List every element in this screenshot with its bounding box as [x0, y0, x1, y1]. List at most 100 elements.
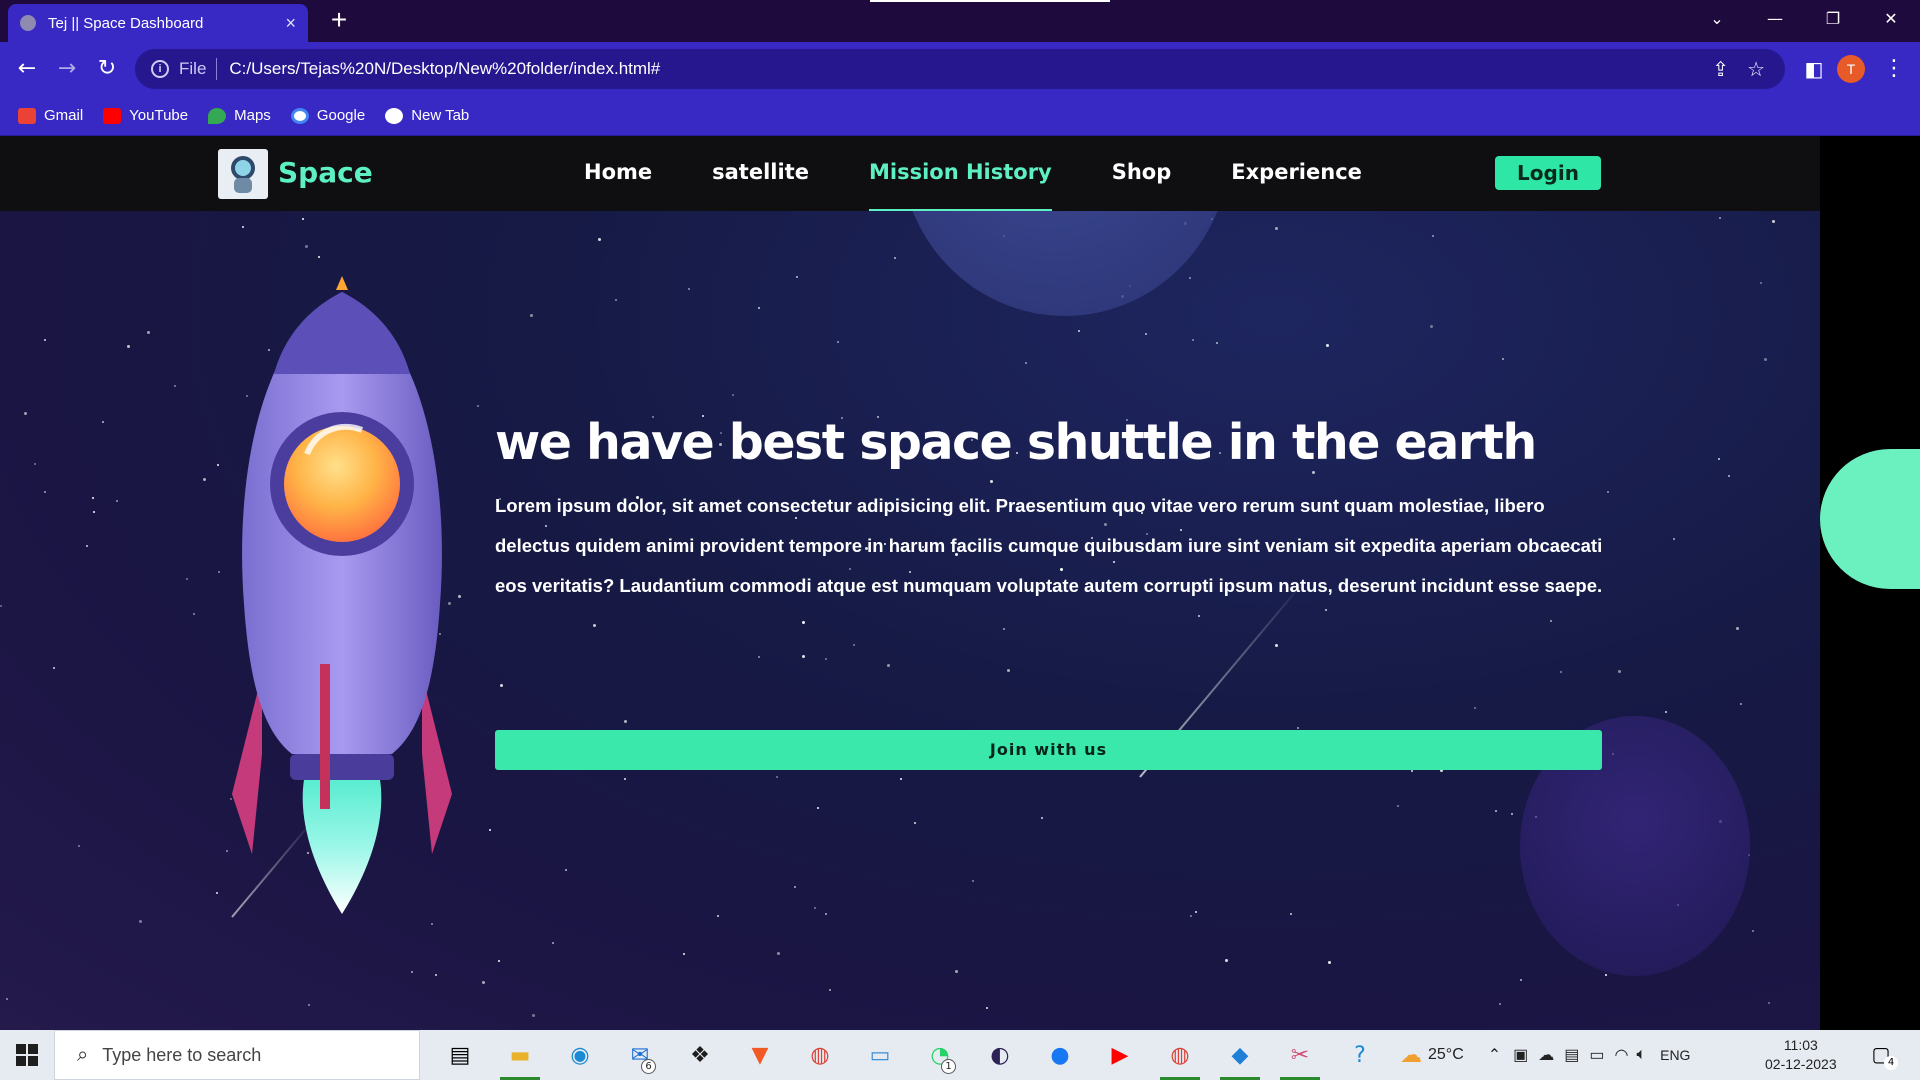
- taskbar-search[interactable]: ⌕ Type here to search: [54, 1030, 420, 1080]
- login-button[interactable]: Login: [1495, 156, 1601, 190]
- brave-icon[interactable]: ▼: [730, 1030, 790, 1080]
- site-logo-text[interactable]: Space: [278, 156, 373, 189]
- nav-satellite[interactable]: satellite: [712, 136, 809, 211]
- side-panel-icon[interactable]: ◧: [1800, 55, 1828, 83]
- volume-icon[interactable]: 🔈︎: [1637, 1046, 1647, 1064]
- star: [147, 331, 150, 334]
- star: [825, 913, 827, 915]
- star: [44, 339, 46, 341]
- eclipse-icon[interactable]: ◐: [970, 1030, 1030, 1080]
- bookmark-star-icon[interactable]: ☆: [1747, 57, 1765, 82]
- page-viewport: Space Home satellite Mission History Sho…: [0, 136, 1820, 1030]
- star: [1025, 362, 1027, 364]
- star: [216, 892, 218, 894]
- star: [6, 998, 8, 1000]
- file-explorer-icon[interactable]: ▬: [490, 1030, 550, 1080]
- profile-avatar[interactable]: T: [1837, 55, 1865, 83]
- nav-experience[interactable]: Experience: [1231, 136, 1362, 211]
- wifi-icon[interactable]: ◠: [1615, 1045, 1629, 1065]
- snipping-tool-icon[interactable]: ✂: [1270, 1030, 1330, 1080]
- bookmark-new-tab[interactable]: New Tab: [385, 107, 469, 124]
- whatsapp-icon[interactable]: ◔ 1: [910, 1030, 970, 1080]
- star: [477, 405, 479, 407]
- notification-count: 4: [1884, 1056, 1898, 1070]
- help-icon[interactable]: ?: [1330, 1030, 1390, 1080]
- nav-shop[interactable]: Shop: [1112, 136, 1172, 211]
- mail-icon[interactable]: ✉ 6: [610, 1030, 670, 1080]
- computer-icon[interactable]: ▭: [850, 1030, 910, 1080]
- star: [972, 880, 974, 882]
- star: [1511, 813, 1513, 815]
- browser-menu-icon[interactable]: ⋮: [1880, 55, 1908, 83]
- star: [853, 644, 855, 646]
- star: [1078, 330, 1080, 332]
- star: [1673, 538, 1675, 540]
- star: [500, 684, 503, 687]
- share-icon[interactable]: ⇪: [1712, 57, 1729, 82]
- star: [688, 288, 690, 290]
- star: [78, 845, 80, 847]
- window-controls: ⌄ — ❐ ✕: [1688, 0, 1920, 42]
- star: [308, 1004, 310, 1006]
- display-icon[interactable]: ▤: [1564, 1045, 1579, 1065]
- star: [986, 1007, 988, 1009]
- star: [1474, 707, 1476, 709]
- address-bar[interactable]: i File C:/Users/Tejas%20N/Desktop/New%20…: [135, 49, 1785, 89]
- browser-tab-strip: Tej || Space Dashboard × + ⌄ — ❐ ✕: [0, 0, 1920, 42]
- battery-icon[interactable]: ▭: [1589, 1045, 1604, 1065]
- star: [1195, 911, 1197, 913]
- tab-close-icon[interactable]: ×: [285, 13, 296, 34]
- star: [598, 238, 601, 241]
- star: [1198, 615, 1200, 617]
- star: [92, 497, 94, 499]
- vscode-icon[interactable]: ◆: [1210, 1030, 1270, 1080]
- bookmark-maps[interactable]: Maps: [208, 107, 271, 124]
- star: [482, 981, 485, 984]
- bookmark-label: YouTube: [129, 107, 189, 124]
- chrome-icon[interactable]: ◍: [790, 1030, 850, 1080]
- site-logo[interactable]: [218, 149, 268, 199]
- tab-search-chevron-icon[interactable]: ⌄: [1688, 0, 1746, 42]
- bookmark-gmail[interactable]: Gmail: [18, 107, 83, 124]
- forward-arrow-icon[interactable]: →: [52, 54, 82, 84]
- facebook-icon[interactable]: ●: [1030, 1030, 1090, 1080]
- star: [817, 807, 819, 809]
- star: [1297, 727, 1299, 729]
- bookmark-google[interactable]: Google: [290, 107, 365, 124]
- weather-icon[interactable]: ☁: [1400, 1042, 1422, 1068]
- nav-home[interactable]: Home: [584, 136, 652, 211]
- site-info-icon[interactable]: i: [151, 60, 169, 78]
- language-indicator[interactable]: ENG: [1660, 1047, 1690, 1063]
- star: [552, 942, 554, 944]
- url-text[interactable]: C:/Users/Tejas%20N/Desktop/New%20folder/…: [229, 59, 660, 79]
- notification-center-icon[interactable]: ▢ 4: [1868, 1042, 1898, 1070]
- close-window-icon[interactable]: ✕: [1862, 0, 1920, 42]
- minimize-icon[interactable]: —: [1746, 0, 1804, 42]
- weather-temperature[interactable]: 25°C: [1428, 1046, 1464, 1064]
- tray-overflow-icon[interactable]: ⌃: [1488, 1045, 1501, 1065]
- taskbar-clock[interactable]: 11:03 02-12-2023: [1765, 1036, 1837, 1074]
- restore-icon[interactable]: ❐: [1804, 0, 1862, 42]
- nav-mission-history[interactable]: Mission History: [868, 136, 1052, 211]
- star: [1764, 358, 1767, 361]
- star: [624, 778, 626, 780]
- star: [1432, 235, 1434, 237]
- windows-start-icon[interactable]: [16, 1044, 38, 1066]
- mail-badge: 6: [641, 1059, 656, 1074]
- youtube-app-icon[interactable]: ▶: [1090, 1030, 1150, 1080]
- star: [218, 571, 220, 573]
- url-scheme-label: File: [179, 59, 207, 78]
- bookmark-youtube[interactable]: YouTube: [103, 107, 188, 124]
- dropbox-icon[interactable]: ❖: [670, 1030, 730, 1080]
- chrome-profile-icon[interactable]: ◍: [1150, 1030, 1210, 1080]
- back-arrow-icon[interactable]: ←: [12, 54, 42, 84]
- onedrive-icon[interactable]: ☁: [1538, 1045, 1554, 1065]
- new-tab-button[interactable]: +: [325, 6, 353, 34]
- join-with-us-button[interactable]: Join with us: [495, 730, 1602, 770]
- browser-tab[interactable]: Tej || Space Dashboard ×: [8, 4, 308, 42]
- task-view-icon[interactable]: ▤: [430, 1030, 490, 1080]
- reload-icon[interactable]: ↻: [92, 54, 122, 84]
- meet-icon[interactable]: ▣: [1513, 1045, 1528, 1065]
- star: [914, 822, 916, 824]
- edge-icon[interactable]: ◉: [550, 1030, 610, 1080]
